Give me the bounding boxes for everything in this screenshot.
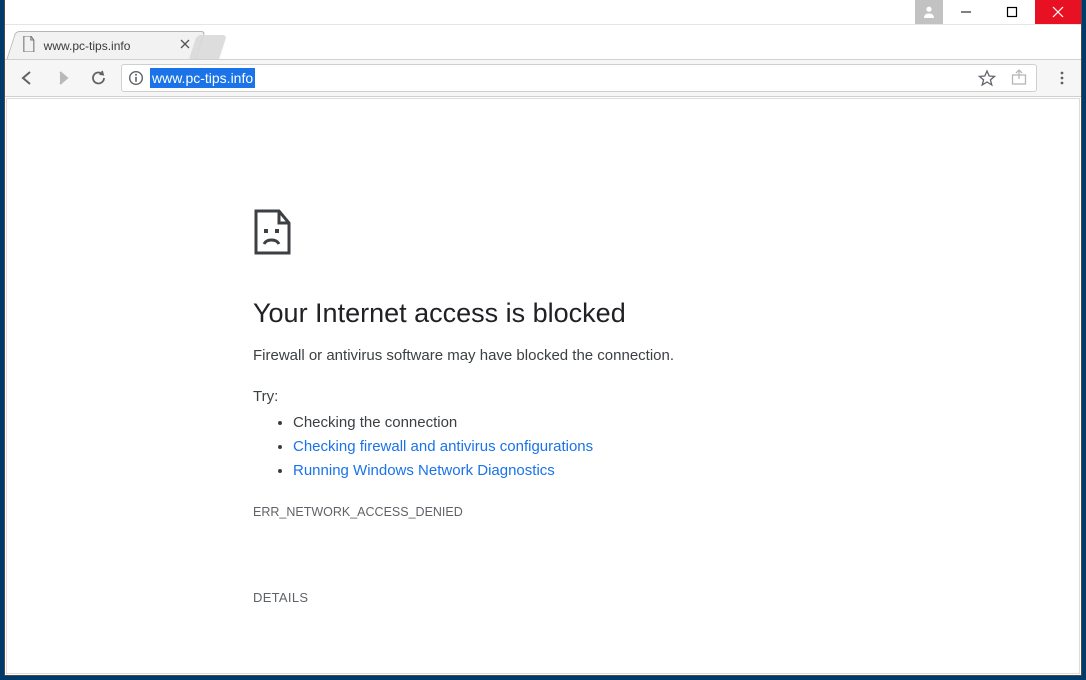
error-title: Your Internet access is blocked <box>253 298 833 329</box>
tab-strip: www.pc-tips.info <box>5 25 1081 59</box>
share-icon <box>1010 69 1028 87</box>
list-item: Checking firewall and antivirus configur… <box>293 435 833 459</box>
window-user-button[interactable] <box>915 0 943 24</box>
url-text[interactable]: www.pc-tips.info <box>150 68 255 88</box>
star-icon <box>978 69 996 87</box>
share-button[interactable] <box>1008 67 1030 89</box>
error-subtitle: Firewall or antivirus software may have … <box>253 347 833 364</box>
arrow-right-icon <box>54 69 72 87</box>
browser-menu-button[interactable] <box>1051 67 1073 89</box>
user-icon <box>922 5 936 19</box>
close-icon <box>1052 6 1064 18</box>
forward-button[interactable] <box>49 64 77 92</box>
address-bar[interactable]: www.pc-tips.info <box>121 64 1037 92</box>
window-maximize-button[interactable] <box>989 0 1035 24</box>
close-icon <box>180 39 190 49</box>
browser-window: www.pc-tips.info <box>4 0 1082 676</box>
details-button[interactable]: DETAILS <box>253 590 308 605</box>
tab-title: www.pc-tips.info <box>44 39 131 53</box>
bookmark-button[interactable] <box>976 67 998 89</box>
viewport: Your Internet access is blocked Firewall… <box>6 98 1080 674</box>
error-code: ERR_NETWORK_ACCESS_DENIED <box>253 505 833 519</box>
list-item: Checking the connection <box>293 411 833 435</box>
browser-tab[interactable]: www.pc-tips.info <box>6 31 205 59</box>
kebab-icon <box>1054 70 1070 86</box>
window-close-button[interactable] <box>1035 0 1081 24</box>
tab-close-button[interactable] <box>180 38 190 52</box>
reload-icon <box>90 69 108 87</box>
suggestion-list: Checking the connection Checking firewal… <box>253 411 833 483</box>
window-minimize-button[interactable] <box>943 0 989 24</box>
sad-page-icon <box>253 209 833 260</box>
error-page: Your Internet access is blocked Firewall… <box>233 99 853 647</box>
page-icon <box>22 36 36 55</box>
reload-button[interactable] <box>85 64 113 92</box>
back-button[interactable] <box>13 64 41 92</box>
minimize-icon <box>960 6 972 18</box>
info-icon <box>128 70 144 86</box>
site-info-button[interactable] <box>128 70 144 86</box>
try-label: Try: <box>253 388 833 405</box>
toolbar: www.pc-tips.info <box>5 59 1081 97</box>
suggestion-link[interactable]: Running Windows Network Diagnostics <box>293 462 555 479</box>
new-tab-button[interactable] <box>189 35 227 59</box>
window-titlebar <box>5 0 1081 25</box>
list-item: Running Windows Network Diagnostics <box>293 459 833 483</box>
arrow-left-icon <box>18 69 36 87</box>
maximize-icon <box>1006 6 1018 18</box>
suggestion-link[interactable]: Checking firewall and antivirus configur… <box>293 438 593 455</box>
